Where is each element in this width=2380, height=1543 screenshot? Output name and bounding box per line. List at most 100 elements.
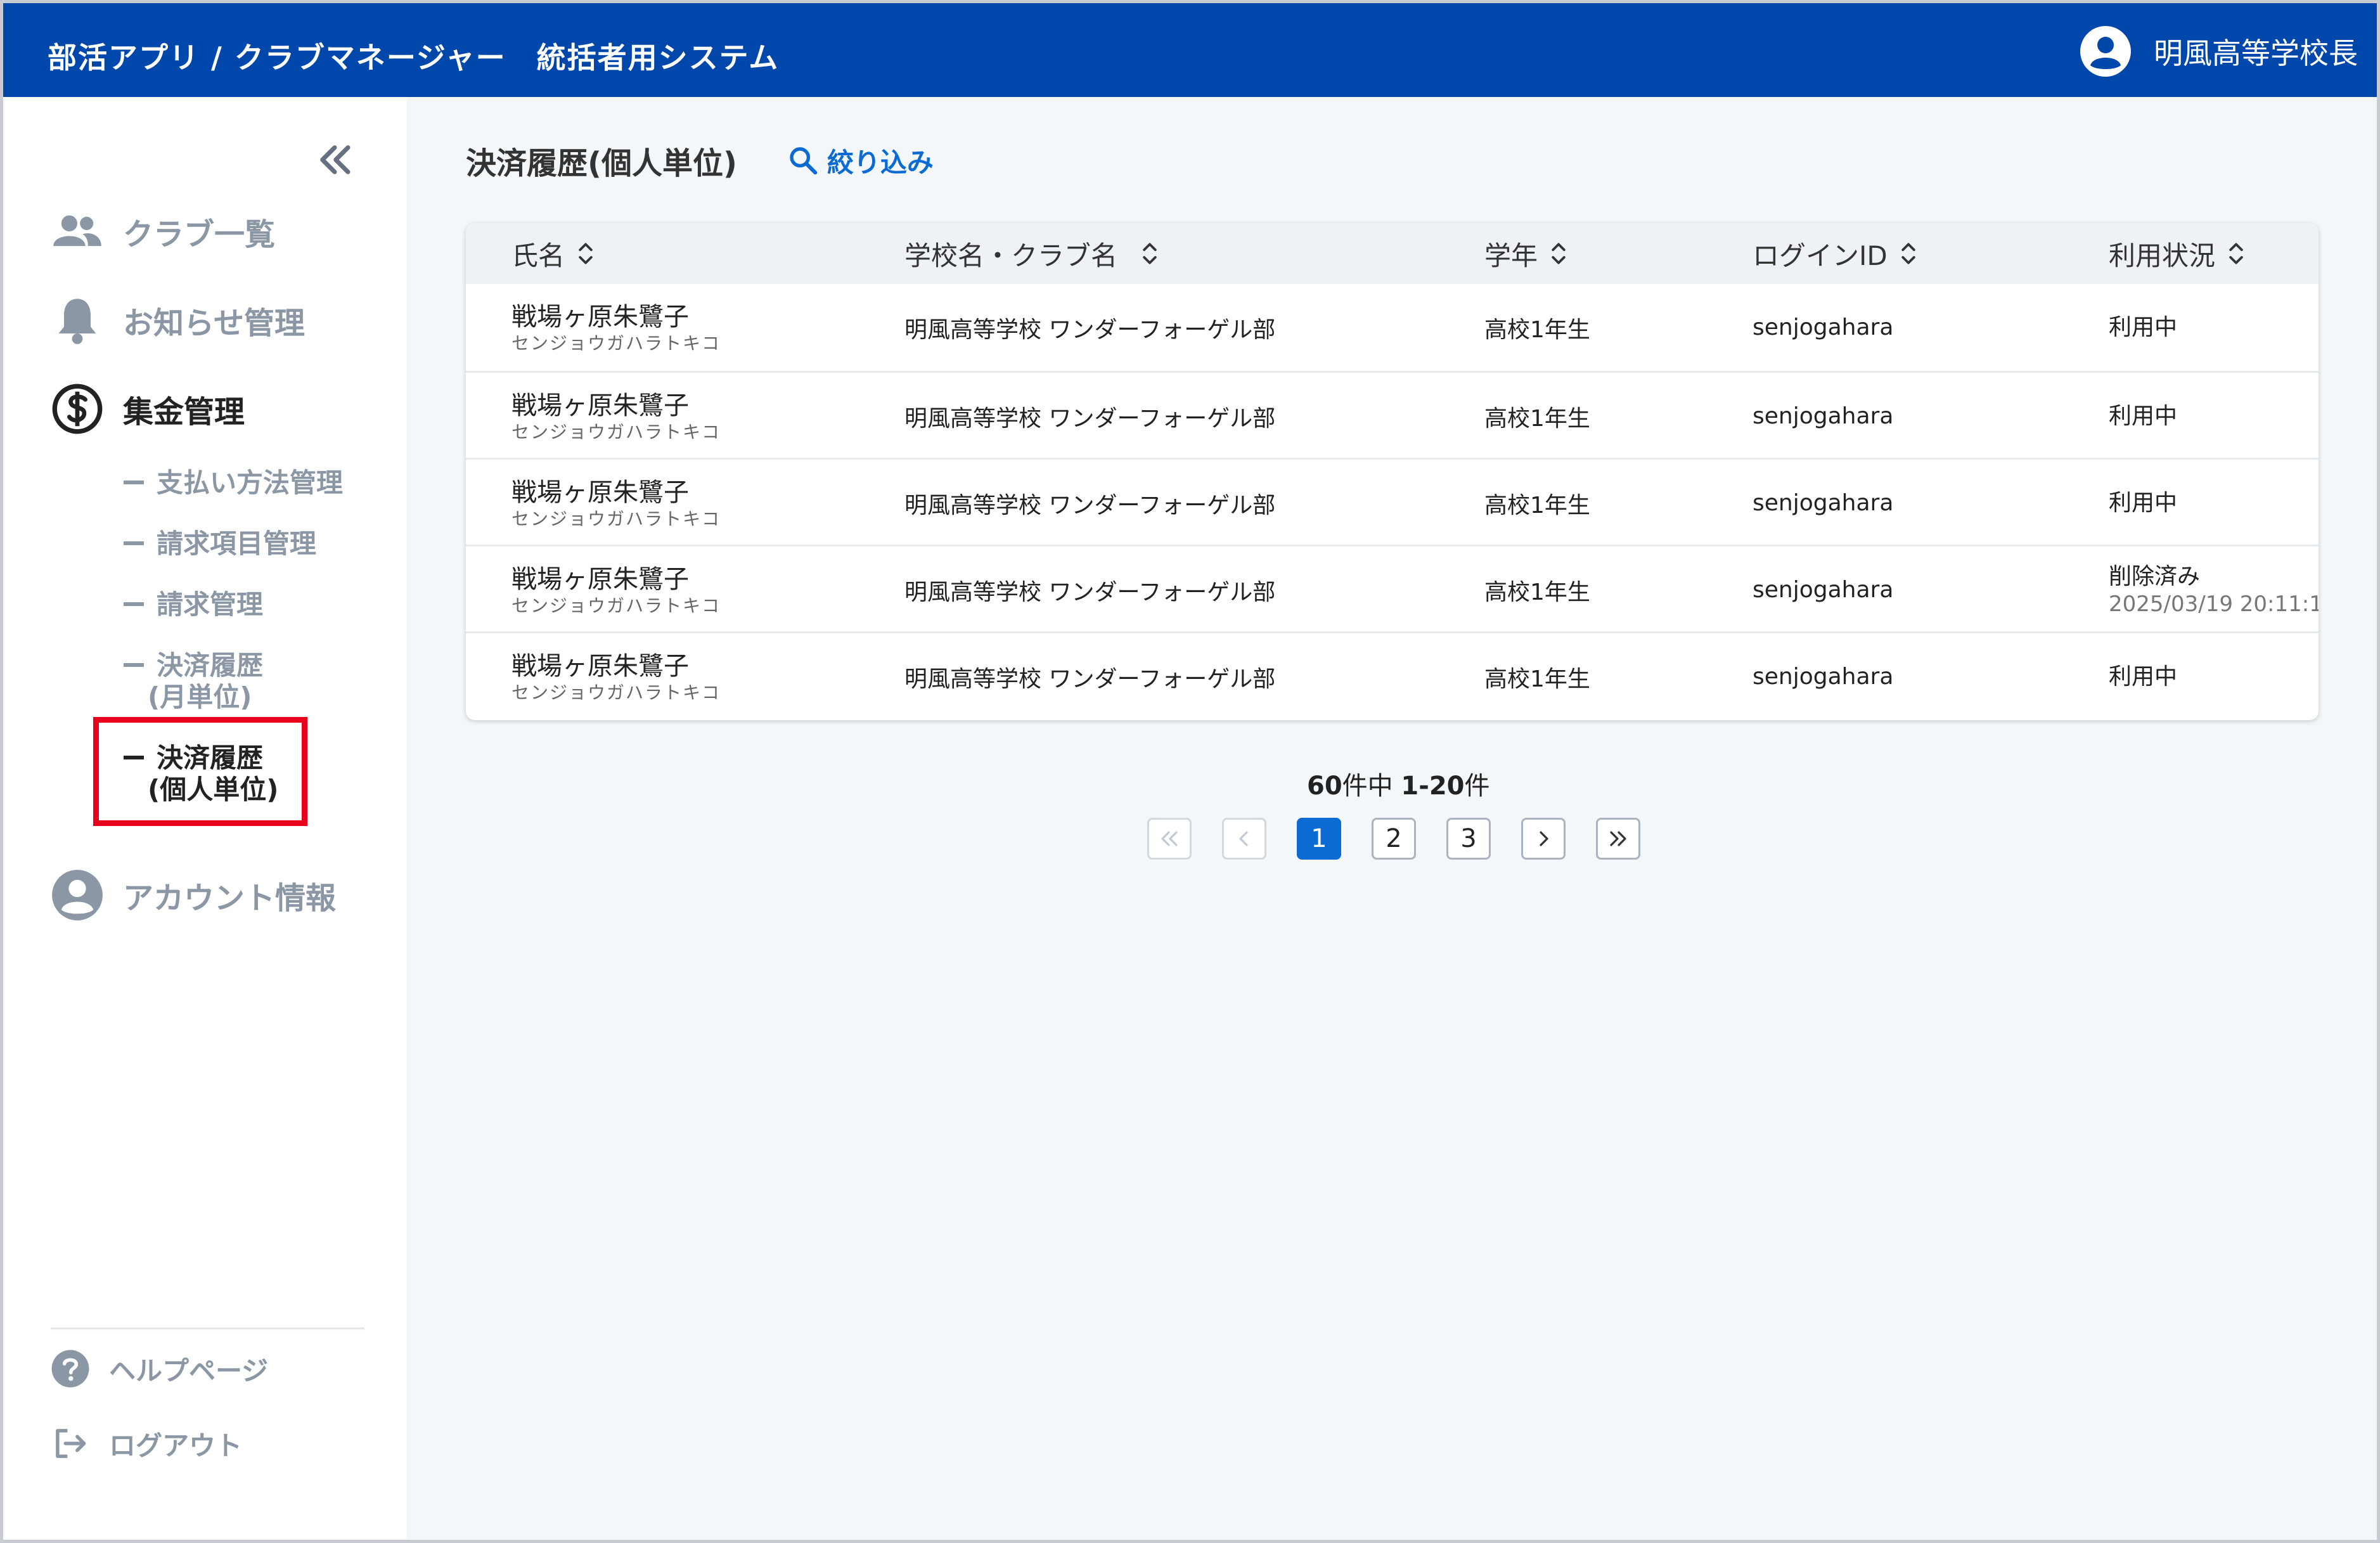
table-row[interactable]: 戦場ヶ原朱鷺子 センジョウガハラトキコ 明風高等学校 ワンダーフォーゲル部 高校…: [466, 371, 2319, 458]
grade: 高校1年生: [1484, 316, 1590, 343]
sidebar: クラブ一覧 お知らせ管理 集金管理 支払い方法管理 請求項目管理 請求管理 決済…: [3, 97, 407, 1540]
cell-school: 明風高等学校 ワンダーフォーゲル部: [904, 633, 1275, 720]
cell-status: 削除済み 2025/03/19 20:11:15: [2109, 546, 2319, 633]
nav-label: アカウント情報: [123, 881, 337, 916]
status: 利用中: [2109, 663, 2178, 690]
help-icon: [51, 1350, 89, 1388]
cell-status: 利用中: [2109, 373, 2177, 460]
column-grade[interactable]: 学年: [1484, 223, 1568, 284]
sort-icon: [1143, 243, 1157, 264]
dash-icon: [124, 480, 144, 484]
nav-notice[interactable]: お知らせ管理: [51, 292, 305, 349]
last-page-button[interactable]: [1596, 818, 1640, 860]
next-page-button[interactable]: [1521, 818, 1566, 860]
sub-billing[interactable]: 請求管理: [124, 589, 263, 621]
sort-icon: [579, 243, 593, 264]
nav-account[interactable]: アカウント情報: [51, 867, 336, 924]
cell-login-id: senjogahara: [1753, 633, 1893, 720]
grade: 高校1年生: [1484, 579, 1590, 605]
nav-logout[interactable]: ログアウト: [51, 1421, 242, 1466]
nav-label: お知らせ管理: [123, 306, 306, 341]
range-suffix: 件: [1464, 772, 1490, 801]
student-name: 戦場ヶ原朱鷺子: [511, 302, 689, 332]
foot-label: ログアウト: [109, 1430, 243, 1461]
collapse-sidebar-icon[interactable]: [312, 138, 357, 182]
nav-club-list[interactable]: クラブ一覧: [51, 203, 275, 260]
highlight-annotation: [93, 717, 307, 826]
user-name: 明風高等学校長: [2154, 36, 2358, 70]
page-title: 決済履歴(個人単位): [466, 146, 737, 181]
table-row[interactable]: 戦場ヶ原朱鷺子 センジョウガハラトキコ 明風高等学校 ワンダーフォーゲル部 高校…: [466, 458, 2319, 545]
page-button-2[interactable]: 2: [1372, 818, 1416, 860]
column-label: ログインID: [1753, 240, 1888, 271]
grade: 高校1年生: [1484, 405, 1590, 432]
cell-name: 戦場ヶ原朱鷺子 センジョウガハラトキコ: [511, 373, 721, 460]
dash-icon: [124, 541, 144, 545]
school-club: 明風高等学校 ワンダーフォーゲル部: [904, 666, 1276, 692]
people-icon: [53, 215, 101, 247]
school-club: 明風高等学校 ワンダーフォーゲル部: [904, 579, 1276, 605]
cell-status: 利用中: [2109, 460, 2177, 546]
account-icon: [52, 870, 103, 920]
table-row[interactable]: 戦場ヶ原朱鷺子 センジョウガハラトキコ 明風高等学校 ワンダーフォーゲル部 高校…: [466, 631, 2319, 718]
cell-login-id: senjogahara: [1753, 546, 1893, 633]
total-count: 60: [1307, 772, 1342, 801]
cell-name: 戦場ヶ原朱鷺子 センジョウガハラトキコ: [511, 633, 721, 720]
column-name[interactable]: 氏名: [511, 223, 595, 284]
school-club: 明風高等学校 ワンダーフォーゲル部: [904, 405, 1276, 432]
sub-label: 決済履歴: [157, 650, 264, 681]
student-name: 戦場ヶ原朱鷺子: [511, 391, 689, 420]
range-count: 1-20: [1401, 772, 1465, 801]
double-chevron-left-icon: [1161, 831, 1178, 846]
nav-payment[interactable]: 集金管理: [51, 380, 245, 437]
logout-icon: [56, 1429, 86, 1458]
student-kana: センジョウガハラトキコ: [511, 681, 721, 703]
page-button-3[interactable]: 3: [1446, 818, 1491, 860]
sort-icon: [1552, 243, 1566, 264]
sort-icon: [2229, 243, 2243, 264]
dash-icon: [124, 662, 144, 667]
nav-label: 集金管理: [123, 394, 245, 430]
page-button-1[interactable]: 1: [1297, 818, 1341, 860]
cell-school: 明風高等学校 ワンダーフォーゲル部: [904, 284, 1275, 371]
filter-label: 絞り込み: [827, 146, 934, 178]
column-login-id[interactable]: ログインID: [1753, 223, 1918, 284]
cell-login-id: senjogahara: [1753, 460, 1893, 546]
sub-label: 請求項目管理: [157, 528, 317, 559]
cell-grade: 高校1年生: [1484, 546, 1590, 633]
column-status[interactable]: 利用状況: [2109, 223, 2246, 284]
table-row[interactable]: 戦場ヶ原朱鷺子 センジョウガハラトキコ 明風高等学校 ワンダーフォーゲル部 高校…: [466, 284, 2319, 371]
sub-billing-items[interactable]: 請求項目管理: [124, 528, 316, 560]
student-kana: センジョウガハラトキコ: [511, 508, 721, 529]
column-school[interactable]: 学校名・クラブ名: [904, 223, 1159, 284]
search-icon: [790, 147, 818, 175]
login-id: senjogahara: [1753, 664, 1894, 690]
column-label: 利用状況: [2109, 240, 2216, 271]
user-menu[interactable]: 明風高等学校長: [2080, 26, 2358, 77]
student-name: 戦場ヶ原朱鷺子: [511, 477, 689, 507]
student-kana: センジョウガハラトキコ: [511, 595, 721, 616]
nav-help[interactable]: ヘルプページ: [51, 1346, 268, 1391]
foot-label: ヘルプページ: [109, 1355, 269, 1386]
cell-name: 戦場ヶ原朱鷺子 センジョウガハラトキコ: [511, 546, 721, 633]
sub-payment-method[interactable]: 支払い方法管理: [124, 467, 343, 499]
sub-history-monthly[interactable]: 決済履歴 (月単位): [124, 650, 263, 713]
status: 利用中: [2109, 489, 2178, 516]
cell-grade: 高校1年生: [1484, 460, 1590, 546]
cell-grade: 高校1年生: [1484, 373, 1590, 460]
sub-label-second: (月単位): [148, 681, 252, 713]
sort-icon: [1901, 243, 1915, 264]
filter-button[interactable]: 絞り込み: [788, 141, 934, 180]
first-page-button[interactable]: [1147, 818, 1192, 860]
sub-label: 支払い方法管理: [157, 467, 344, 498]
cell-grade: 高校1年生: [1484, 284, 1590, 371]
column-label: 学年: [1484, 240, 1538, 271]
cell-login-id: senjogahara: [1753, 284, 1893, 371]
top-header: 部活アプリ / クラブマネージャー 統括者用システム 明風高等学校長: [3, 3, 2377, 97]
app-title: 部活アプリ / クラブマネージャー 統括者用システム: [48, 41, 780, 75]
prev-page-button[interactable]: [1222, 818, 1266, 860]
table-row[interactable]: 戦場ヶ原朱鷺子 センジョウガハラトキコ 明風高等学校 ワンダーフォーゲル部 高校…: [466, 545, 2319, 631]
sub-label: 請求管理: [157, 589, 264, 620]
cell-login-id: senjogahara: [1753, 373, 1893, 460]
sidebar-divider: [51, 1327, 364, 1329]
